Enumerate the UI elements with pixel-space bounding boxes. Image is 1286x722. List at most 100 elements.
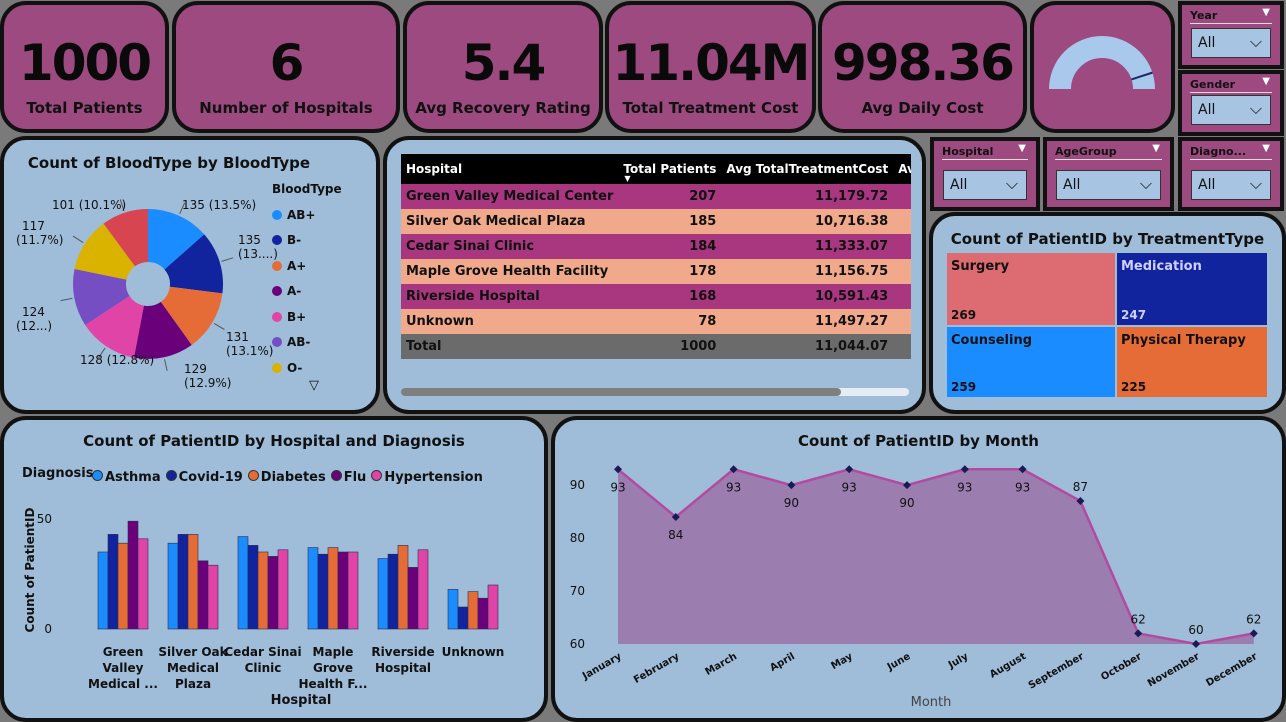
bar-Diabetes[interactable] bbox=[467, 591, 479, 630]
table-row[interactable]: Green Valley Medical Center 207 11,179.72 bbox=[401, 184, 911, 209]
kpi-total-treatment-cost: 11.04M Total Treatment Cost bbox=[605, 1, 816, 133]
chevron-down-icon[interactable]: ▼ bbox=[1262, 76, 1270, 87]
x-tick-label: February bbox=[632, 651, 682, 686]
table-row[interactable]: Cedar Sinai Clinic 184 11,333.07 bbox=[401, 234, 911, 259]
legend-item[interactable]: A- bbox=[272, 279, 316, 305]
tile-count: 259 bbox=[951, 380, 977, 394]
table-cell: 178 bbox=[618, 259, 722, 284]
bar-Covid-19[interactable] bbox=[457, 606, 469, 630]
bar-Covid-19[interactable] bbox=[247, 545, 259, 630]
legend-dot bbox=[272, 362, 282, 373]
table-cell: Total bbox=[401, 334, 619, 359]
slicer-title: AgeGroup bbox=[1055, 145, 1117, 158]
bar-Diabetes[interactable] bbox=[257, 551, 269, 630]
bar-Flu[interactable] bbox=[477, 597, 489, 630]
y-tick-label: 0 bbox=[44, 622, 52, 636]
slicer-dropdown[interactable]: All ⌵ bbox=[1191, 28, 1271, 58]
slicer-dropdown[interactable]: All ⌵ bbox=[1191, 95, 1271, 125]
blood-type-legend: AB+ B- A+ A- B+ AB- O- bbox=[272, 202, 316, 381]
bar-Diabetes[interactable] bbox=[327, 547, 339, 630]
bar-Covid-19[interactable] bbox=[317, 553, 329, 630]
chevron-down-icon[interactable]: ▼ bbox=[1262, 143, 1270, 154]
bar-Hypertension[interactable] bbox=[487, 584, 499, 630]
bar-Diabetes[interactable] bbox=[117, 542, 129, 630]
legend-title: BloodType bbox=[272, 182, 342, 196]
legend-label: A- bbox=[287, 284, 302, 299]
table-row[interactable]: Silver Oak Medical Plaza 185 10,716.38 bbox=[401, 209, 911, 234]
legend-item[interactable]: B- bbox=[272, 228, 316, 254]
bar-Hypertension[interactable] bbox=[137, 538, 149, 630]
bar-Asthma[interactable] bbox=[307, 547, 319, 630]
blood-type-pie-chart: 135 (13.5%)135 (13....)131 (13.1%)129 (12.9… bbox=[16, 198, 278, 390]
legend-label: B+ bbox=[287, 309, 307, 324]
bar-Flu[interactable] bbox=[267, 556, 279, 630]
col-header-avg-recovery[interactable]: Avg Reco bbox=[893, 154, 911, 184]
bar-Hypertension[interactable] bbox=[347, 551, 359, 630]
slicer-gender[interactable]: Gender ▼ All ⌵ bbox=[1178, 70, 1284, 136]
table-cell: Green Valley Medical Center bbox=[401, 184, 619, 209]
horizontal-scrollbar[interactable] bbox=[401, 388, 909, 396]
treemap-tile-physical-therapy[interactable]: Physical Therapy 225 bbox=[1117, 327, 1267, 397]
legend-item[interactable]: B+ bbox=[272, 304, 316, 330]
col-header-hospital[interactable]: Hospital bbox=[401, 154, 619, 184]
x-tick-label: August bbox=[988, 651, 1028, 681]
bar-Asthma[interactable] bbox=[97, 551, 109, 630]
table-row[interactable]: Unknown 78 11,497.27 bbox=[401, 309, 911, 334]
chevron-down-icon: ⌵ bbox=[1249, 99, 1262, 118]
bar-Hypertension[interactable] bbox=[417, 549, 429, 630]
bar-Flu[interactable] bbox=[197, 560, 209, 630]
chevron-down-icon: ⌵ bbox=[1249, 32, 1262, 51]
chevron-down-icon: ⌵ bbox=[1139, 174, 1152, 193]
x-tick-label: October bbox=[1099, 651, 1143, 683]
legend-item[interactable]: AB+ bbox=[272, 202, 316, 228]
bar-Hypertension[interactable] bbox=[207, 564, 219, 630]
chevron-down-icon[interactable]: ▼ bbox=[1018, 143, 1026, 154]
treemap-tile-surgery[interactable]: Surgery 269 bbox=[947, 253, 1115, 325]
treemap-tile-medication[interactable]: Medication 247 bbox=[1117, 253, 1267, 325]
slicer-dropdown[interactable]: All ⌵ bbox=[1191, 170, 1271, 200]
bar-Covid-19[interactable] bbox=[177, 534, 189, 630]
bar-Asthma[interactable] bbox=[447, 589, 459, 630]
kpi-total-patients: 1000 Total Patients bbox=[0, 1, 169, 133]
col-header-total-patients[interactable]: Total Patients ▼ bbox=[618, 154, 722, 184]
table-row[interactable]: Maple Grove Health Facility 178 11,156.75 bbox=[401, 259, 911, 284]
col-header-avg-treatment-cost[interactable]: Avg TotalTreatmentCost bbox=[721, 154, 894, 184]
pie-data-label: 124 (12...) bbox=[16, 305, 52, 333]
slicer-dropdown[interactable]: All ⌵ bbox=[1056, 170, 1161, 200]
table-cell: 207 bbox=[618, 184, 722, 209]
table-cell: 185 bbox=[618, 209, 722, 234]
chevron-down-icon[interactable]: ▼ bbox=[1262, 7, 1270, 18]
bar-Covid-19[interactable] bbox=[387, 553, 399, 630]
chevron-down-icon[interactable]: ▼ bbox=[1152, 143, 1160, 154]
tile-count: 269 bbox=[951, 308, 977, 322]
table-row[interactable]: Riverside Hospital 168 10,591.43 bbox=[401, 284, 911, 309]
legend-item[interactable]: AB- bbox=[272, 330, 316, 356]
bar-Asthma[interactable] bbox=[237, 536, 249, 630]
legend-item[interactable]: O- bbox=[272, 355, 316, 381]
bar-Asthma[interactable] bbox=[377, 558, 389, 630]
slicer-year[interactable]: Year ▼ All ⌵ bbox=[1178, 1, 1284, 69]
data-point[interactable] bbox=[1192, 640, 1200, 648]
bar-Diabetes[interactable] bbox=[397, 545, 409, 630]
kpi-label: Number of Hospitals bbox=[199, 99, 373, 117]
bar-Covid-19[interactable] bbox=[107, 534, 119, 630]
slicer-hospital[interactable]: Hospital ▼ All ⌵ bbox=[930, 137, 1040, 211]
legend-label: AB+ bbox=[287, 207, 316, 222]
x-tick-label: Maple Grove Health F... bbox=[299, 645, 368, 691]
slicer-dropdown[interactable]: All ⌵ bbox=[943, 170, 1027, 200]
bar-Hypertension[interactable] bbox=[277, 549, 289, 630]
data-label: 93 bbox=[1015, 480, 1030, 494]
slicer-agegroup[interactable]: AgeGroup ▼ All ⌵ bbox=[1043, 137, 1174, 211]
slicer-diagnosis[interactable]: Diagno... ▼ All ⌵ bbox=[1178, 137, 1284, 211]
legend-scroll-down-icon[interactable]: ▽ bbox=[309, 378, 319, 393]
bar-Flu[interactable] bbox=[337, 551, 349, 630]
bar-Asthma[interactable] bbox=[167, 542, 179, 630]
treemap-tile-counseling[interactable]: Counseling 259 bbox=[947, 327, 1115, 397]
bar-Diabetes[interactable] bbox=[187, 534, 199, 630]
bar-Flu[interactable] bbox=[407, 567, 419, 630]
legend-item[interactable]: A+ bbox=[272, 253, 316, 279]
bar-Flu[interactable] bbox=[127, 520, 139, 630]
table-cell bbox=[893, 259, 911, 284]
table-cell bbox=[893, 309, 911, 334]
kpi-value: 11.04M bbox=[612, 34, 811, 92]
